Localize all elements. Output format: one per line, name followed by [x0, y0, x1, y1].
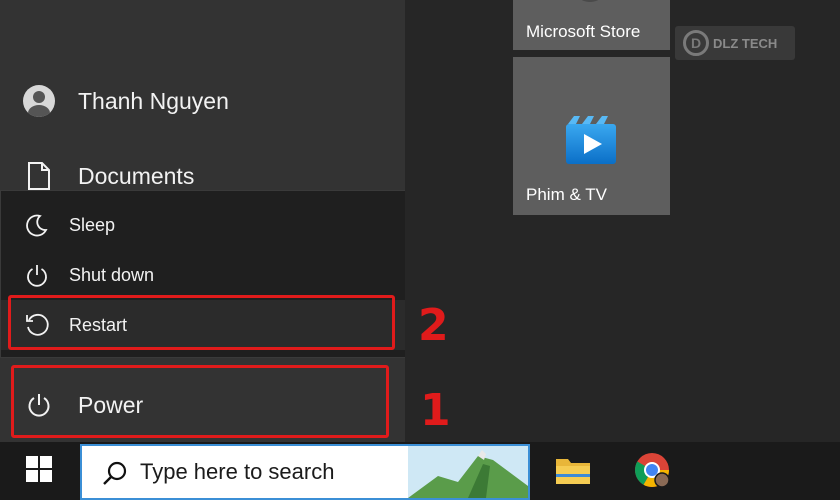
- film-tv-icon: [564, 114, 620, 166]
- store-icon: [575, 0, 605, 2]
- tile-phim-tv[interactable]: Phim & TV: [513, 57, 670, 215]
- annotation-step-one: 1: [420, 385, 451, 436]
- taskbar-search-box[interactable]: [80, 444, 530, 500]
- taskbar: [0, 442, 840, 500]
- document-icon: [22, 159, 56, 193]
- sleep-menu-item[interactable]: Sleep: [1, 200, 406, 250]
- shut-down-label: Shut down: [69, 264, 155, 285]
- search-icon: [100, 459, 130, 489]
- sleep-label: Sleep: [69, 214, 116, 235]
- tile-label: Phim & TV: [526, 185, 607, 204]
- file-explorer-icon: [555, 455, 591, 490]
- power-icon: [23, 261, 51, 289]
- user-name-label: Thanh Nguyen: [78, 87, 229, 114]
- file-explorer-button[interactable]: [551, 450, 595, 494]
- chrome-icon: [633, 451, 671, 494]
- annotation-box-restart: [8, 295, 395, 350]
- shut-down-menu-item[interactable]: Shut down: [1, 250, 406, 300]
- search-highlight-illustration: [408, 446, 528, 498]
- watermark-text: DLZ TECH: [713, 35, 778, 51]
- annotation-box-power: [11, 365, 389, 438]
- moon-icon: [23, 211, 51, 239]
- tile-label: Microsoft Store: [526, 22, 641, 41]
- search-input[interactable]: [140, 454, 400, 490]
- windows-logo-icon: [26, 455, 52, 487]
- user-account-item[interactable]: Thanh Nguyen: [0, 73, 405, 129]
- tile-microsoft-store[interactable]: Microsoft Store: [513, 0, 670, 50]
- user-avatar-icon: [22, 84, 56, 118]
- annotation-step-two: 2: [418, 300, 449, 351]
- watermark-logo: D DLZ TECH: [675, 26, 795, 60]
- start-button[interactable]: [0, 442, 78, 500]
- screen: Thanh Nguyen Documents Power Sleep Shut …: [0, 0, 840, 500]
- documents-label: Documents: [78, 162, 195, 189]
- watermark-d-icon: D: [683, 30, 709, 56]
- chrome-button[interactable]: [630, 450, 674, 494]
